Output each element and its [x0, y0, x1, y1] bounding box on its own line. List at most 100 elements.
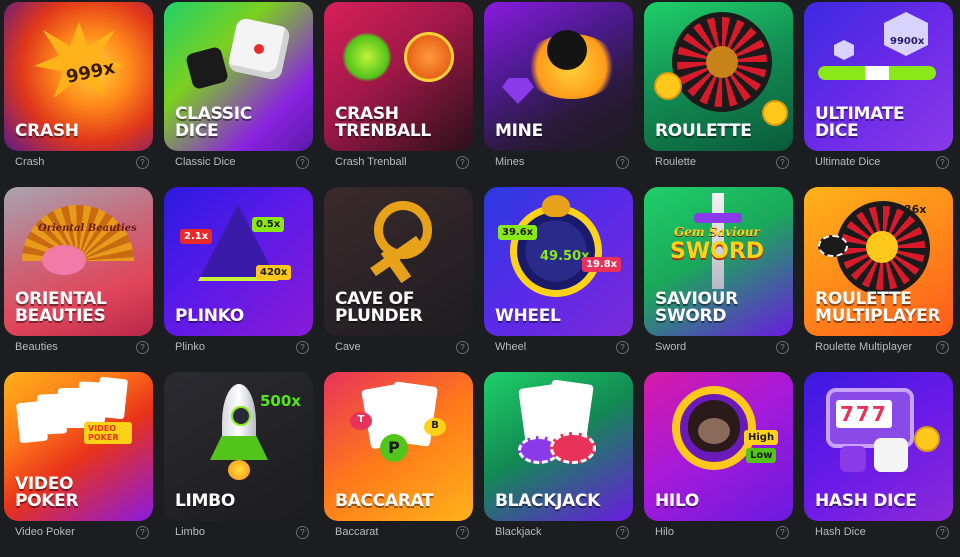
help-icon[interactable]: ? — [936, 525, 949, 539]
gorilla-face-icon — [698, 418, 730, 444]
game-tile-cave-of-plunder[interactable]: CAVE OF PLUNDER — [324, 187, 473, 336]
help-icon[interactable]: ? — [616, 155, 629, 169]
game-caption: Beauties — [15, 341, 58, 353]
low-badge: Low — [746, 448, 777, 463]
high-badge: High — [744, 430, 779, 445]
game-caption: Classic Dice — [175, 156, 236, 168]
game-title: HASH DICE — [815, 491, 917, 511]
game-title: ORIENTAL BEAUTIES — [15, 289, 107, 326]
game-card-ultimate-dice[interactable]: 9900x ULTIMATE DICE Ultimate Dice? — [804, 2, 953, 187]
game-card-hilo[interactable]: High Low HILO Hilo? — [644, 372, 793, 557]
game-card-video-poker[interactable]: VIDEO POKER VIDEO POKER Video Poker? — [4, 372, 153, 557]
green-comet-icon — [342, 32, 392, 82]
help-icon[interactable]: ? — [616, 525, 629, 539]
game-title: ROULETTE MULTIPLAYER — [815, 289, 941, 326]
ball-banker: B — [424, 418, 446, 436]
gem-icon — [502, 78, 534, 104]
help-icon[interactable]: ? — [776, 340, 789, 354]
game-caption: Plinko — [175, 341, 205, 353]
game-card-baccarat[interactable]: T P B BACCARAT Baccarat? — [324, 372, 473, 557]
game-card-mine[interactable]: MINE Mines? — [484, 2, 633, 187]
game-tile-hash-dice[interactable]: 777 HASH DICE — [804, 372, 953, 521]
dice-icon — [874, 438, 908, 472]
coin-icon — [762, 100, 788, 126]
game-title: PLINKO — [175, 306, 244, 326]
game-tile-oriental-beauties[interactable]: Oriental Beauties ORIENTAL BEAUTIES — [4, 187, 153, 336]
game-tile-ultimate-dice[interactable]: 9900x ULTIMATE DICE — [804, 2, 953, 151]
game-tile-wheel[interactable]: 39.6x 49.50x 19.8x WHEEL — [484, 187, 633, 336]
game-caption: Crash — [15, 156, 45, 168]
ball-player: P — [380, 434, 408, 462]
help-icon[interactable]: ? — [296, 340, 309, 354]
game-tile-crash[interactable]: 999x CRASH — [4, 2, 153, 151]
game-title: BLACKJACK — [495, 491, 601, 511]
help-icon[interactable]: ? — [456, 155, 469, 169]
game-caption: Roulette Multiplayer — [815, 341, 913, 353]
game-tile-classic-dice[interactable]: CLASSIC DICE — [164, 2, 313, 151]
game-title: ROULETTE — [655, 121, 752, 141]
help-icon[interactable]: ? — [776, 155, 789, 169]
game-title: MINE — [495, 121, 543, 141]
game-caption: Sword — [655, 341, 687, 353]
game-caption: Crash Trenball — [335, 156, 407, 168]
game-tile-video-poker[interactable]: VIDEO POKER VIDEO POKER — [4, 372, 153, 521]
game-card-roulette[interactable]: ROULETTE Roulette? — [644, 2, 793, 187]
game-card-blackjack[interactable]: BLACKJACK Blackjack? — [484, 372, 633, 557]
dice-pip — [254, 44, 264, 54]
game-tile-limbo[interactable]: 500x LIMBO — [164, 372, 313, 521]
game-card-roulette-multiplayer[interactable]: 36x ROULETTE MULTIPLAYER Roulette Multip… — [804, 187, 953, 372]
game-tile-crash-trenball[interactable]: CRASH TRENBALL — [324, 2, 473, 151]
game-card-oriental-beauties[interactable]: Oriental Beauties ORIENTAL BEAUTIES Beau… — [4, 187, 153, 372]
game-title: VIDEO POKER — [15, 474, 79, 511]
game-caption: Hilo — [655, 526, 674, 538]
game-tile-plinko[interactable]: 2.1x 0.5x 420x PLINKO — [164, 187, 313, 336]
game-caption: Ultimate Dice — [815, 156, 881, 168]
game-card-classic-dice[interactable]: CLASSIC DICE Classic Dice? — [164, 2, 313, 187]
help-icon[interactable]: ? — [616, 340, 629, 354]
multiplier-badge: 420x — [256, 265, 292, 280]
game-card-crash-trenball[interactable]: CRASH TRENBALL Crash Trenball? — [324, 2, 473, 187]
help-icon[interactable]: ? — [136, 525, 149, 539]
game-title: CRASH TRENBALL — [335, 104, 431, 141]
game-card-cave-of-plunder[interactable]: CAVE OF PLUNDER Cave? — [324, 187, 473, 372]
game-card-wheel[interactable]: 39.6x 49.50x 19.8x WHEEL Wheel? — [484, 187, 633, 372]
game-title: LIMBO — [175, 491, 235, 511]
help-icon[interactable]: ? — [456, 525, 469, 539]
help-icon[interactable]: ? — [936, 155, 949, 169]
game-caption: Hash Dice — [815, 526, 866, 538]
game-tile-baccarat[interactable]: T P B BACCARAT — [324, 372, 473, 521]
rocket-fin-icon — [210, 436, 268, 460]
help-icon[interactable]: ? — [136, 155, 149, 169]
ball-tie: T — [350, 412, 372, 430]
game-tile-roulette[interactable]: ROULETTE — [644, 2, 793, 151]
chip-icon — [550, 432, 596, 464]
game-tile-roulette-multiplayer[interactable]: 36x ROULETTE MULTIPLAYER — [804, 187, 953, 336]
help-icon[interactable]: ? — [296, 525, 309, 539]
game-title: CAVE OF PLUNDER — [335, 289, 423, 326]
slider-icon — [818, 66, 936, 80]
help-icon[interactable]: ? — [776, 525, 789, 539]
game-tile-mine[interactable]: MINE — [484, 2, 633, 151]
game-card-saviour-sword[interactable]: Gem Saviour SWORD SAVIOUR SWORD Sword? — [644, 187, 793, 372]
roulette-hub-icon — [866, 231, 898, 263]
game-card-limbo[interactable]: 500x LIMBO Limbo? — [164, 372, 313, 557]
game-tile-blackjack[interactable]: BLACKJACK — [484, 372, 633, 521]
help-icon[interactable]: ? — [936, 340, 949, 354]
game-card-plinko[interactable]: 2.1x 0.5x 420x PLINKO Plinko? — [164, 187, 313, 372]
help-icon[interactable]: ? — [296, 155, 309, 169]
help-icon[interactable]: ? — [136, 340, 149, 354]
game-card-crash[interactable]: 999x CRASH Crash? — [4, 2, 153, 187]
multiplier-value: 500x — [260, 392, 301, 410]
game-title: WHEEL — [495, 306, 561, 326]
help-icon[interactable]: ? — [456, 340, 469, 354]
sword-guard-icon — [694, 213, 742, 223]
game-title: HILO — [655, 491, 700, 511]
game-tile-saviour-sword[interactable]: Gem Saviour SWORD SAVIOUR SWORD — [644, 187, 793, 336]
multiplier-badge: 9900x — [890, 36, 925, 47]
game-title: CLASSIC DICE — [175, 104, 252, 141]
rocket-flame-icon — [228, 460, 250, 480]
game-caption: Mines — [495, 156, 525, 168]
game-title: CRASH — [15, 121, 79, 141]
game-tile-hilo[interactable]: High Low HILO — [644, 372, 793, 521]
game-card-hash-dice[interactable]: 777 HASH DICE Hash Dice? — [804, 372, 953, 557]
